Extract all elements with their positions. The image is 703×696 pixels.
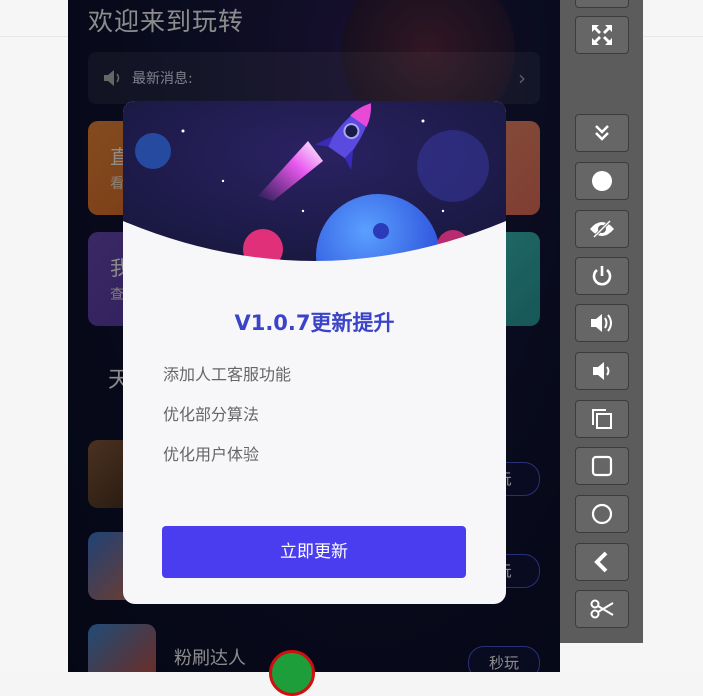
power-button[interactable]	[575, 257, 629, 295]
home-square-icon	[591, 455, 613, 477]
toolbar-top-button[interactable]	[575, 0, 629, 8]
record-button[interactable]	[575, 162, 629, 200]
rotate-icon	[592, 409, 612, 429]
screenshot-button[interactable]	[575, 590, 629, 628]
volume-down-icon	[593, 362, 610, 380]
circle-icon	[591, 503, 613, 525]
update-now-button[interactable]: 立即更新	[162, 526, 466, 578]
scissors-icon	[590, 599, 614, 619]
emulator-toolbar	[560, 0, 643, 643]
volume-down-button[interactable]	[575, 352, 629, 390]
collapse-button[interactable]	[575, 114, 629, 152]
version-title: V1.0.7更新提升	[234, 311, 395, 335]
update-note: 添加人工客服功能	[163, 365, 292, 384]
eye-icon	[590, 219, 614, 239]
back-button[interactable]	[575, 543, 629, 581]
collapse-icon	[595, 125, 609, 141]
home-circle-button[interactable]	[575, 495, 629, 533]
volume-up-icon	[591, 314, 612, 332]
fullscreen-button[interactable]	[575, 16, 629, 54]
update-dialog: V1.0.7更新提升 添加人工客服功能 优化部分算法 优化用户体验 立即更新	[123, 101, 506, 604]
update-note: 优化用户体验	[163, 445, 260, 464]
floating-assist-button[interactable]	[269, 650, 315, 696]
rocket-banner	[123, 101, 506, 276]
fullscreen-icon	[592, 25, 612, 45]
volume-up-button[interactable]	[575, 304, 629, 342]
update-note: 优化部分算法	[163, 405, 260, 424]
rotate-button[interactable]	[575, 400, 629, 438]
visibility-button[interactable]	[575, 210, 629, 248]
record-icon	[592, 171, 612, 191]
home-square-button[interactable]	[575, 447, 629, 485]
back-icon	[594, 551, 608, 573]
power-icon	[592, 266, 612, 286]
